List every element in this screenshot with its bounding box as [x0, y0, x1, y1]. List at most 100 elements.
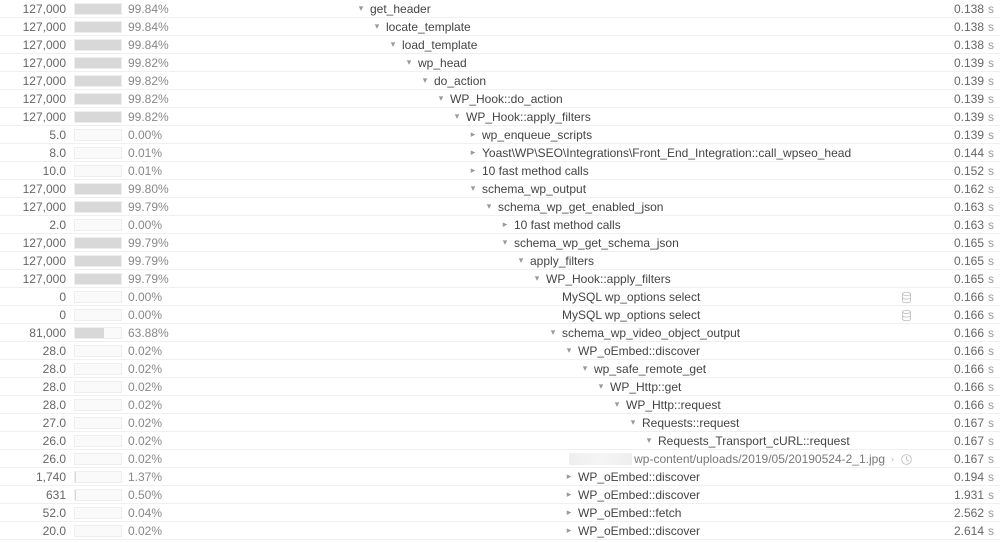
percent-bar [74, 507, 122, 519]
call-tree-row[interactable]: 127,00099.79%▾WP_Hook::apply_filters0.16… [0, 270, 1000, 288]
wall-time: 2.614 [918, 524, 988, 538]
memory-value: 127,000 [0, 200, 70, 214]
call-tree-row[interactable]: 127,00099.82%▾WP_Hook::apply_filters0.13… [0, 108, 1000, 126]
collapse-toggle-icon[interactable]: ▾ [612, 399, 622, 410]
collapse-toggle-icon[interactable]: ▾ [356, 3, 366, 14]
memory-value: 26.0 [0, 452, 70, 466]
call-tree-row[interactable]: 127,00099.79%▾schema_wp_get_enabled_json… [0, 198, 1000, 216]
memory-value: 20.0 [0, 524, 70, 538]
call-tree-row[interactable]: 127,00099.82%▾do_action0.139s [0, 72, 1000, 90]
percent-bar [74, 399, 122, 411]
function-name: load_template [402, 38, 477, 52]
expand-toggle-icon[interactable]: ▸ [468, 165, 478, 176]
call-tree-row[interactable]: 2.00.00%▸10 fast method calls0.163s [0, 216, 1000, 234]
percent-bar [74, 291, 122, 303]
database-icon [900, 289, 913, 303]
call-tree-row[interactable]: 8.00.01%▸Yoast\WP\SEO\Integrations\Front… [0, 144, 1000, 162]
call-tree-row[interactable]: 81,00063.88%▾schema_wp_video_object_outp… [0, 324, 1000, 342]
wall-time: 0.165 [918, 272, 988, 286]
call-tree-row[interactable]: 27.00.02%▾Requests::request0.167s [0, 414, 1000, 432]
percent-value: 0.00% [126, 128, 176, 142]
call-tree-row[interactable]: 52.00.04%▸WP_oEmbed::fetch2.562s [0, 504, 1000, 522]
function-name: WP_Http::get [610, 380, 681, 394]
call-tree-row[interactable]: 127,00099.82%▾WP_Hook::do_action0.139s [0, 90, 1000, 108]
call-tree-row[interactable]: 5.00.00%▸wp_enqueue_scripts0.139s [0, 126, 1000, 144]
collapse-toggle-icon[interactable]: ▾ [532, 273, 542, 284]
wall-time: 0.152 [918, 164, 988, 178]
memory-value: 1,740 [0, 470, 70, 484]
collapse-toggle-icon[interactable]: ▾ [420, 75, 430, 86]
call-tree-row[interactable]: 127,00099.84%▾locate_template0.138s [0, 18, 1000, 36]
percent-value: 99.84% [126, 38, 176, 52]
percent-bar [74, 201, 122, 213]
call-tree-row[interactable]: 127,00099.84%▾get_header0.138s [0, 0, 1000, 18]
function-name-cell: ▾get_header [176, 2, 894, 16]
call-tree-row[interactable]: 28.00.02%▾WP_Http::request0.166s [0, 396, 1000, 414]
collapse-toggle-icon[interactable]: ▾ [372, 21, 382, 32]
call-tree-row[interactable]: 127,00099.79%▾schema_wp_get_schema_json0… [0, 234, 1000, 252]
time-unit: s [988, 362, 1000, 376]
function-name: 10 fast method calls [514, 218, 621, 232]
wall-time: 0.138 [918, 20, 988, 34]
call-tree-row[interactable]: 6310.50%▸WP_oEmbed::discover1.931s [0, 486, 1000, 504]
call-tree-row[interactable]: 28.00.02%▾WP_Http::get0.166s [0, 378, 1000, 396]
memory-value: 127,000 [0, 236, 70, 250]
expand-toggle-icon[interactable]: ▸ [468, 147, 478, 158]
call-tree-row[interactable]: 127,00099.79%▾apply_filters0.165s [0, 252, 1000, 270]
function-name-cell: ▾WP_Http::request [176, 398, 894, 412]
call-tree-row[interactable]: 10.00.01%▸10 fast method calls0.152s [0, 162, 1000, 180]
expand-toggle-icon[interactable]: ▸ [564, 471, 574, 482]
collapse-toggle-icon[interactable]: ▾ [548, 327, 558, 338]
collapse-toggle-icon[interactable]: ▾ [644, 435, 654, 446]
expand-toggle-icon[interactable]: ▸ [564, 507, 574, 518]
function-name: schema_wp_get_schema_json [514, 236, 679, 250]
call-tree-row[interactable]: 28.00.02%▾wp_safe_remote_get0.166s [0, 360, 1000, 378]
memory-value: 28.0 [0, 344, 70, 358]
call-tree-row[interactable]: 26.00.02%▾Requests_Transport_cURL::reque… [0, 432, 1000, 450]
function-name: WP_Hook::apply_filters [466, 110, 591, 124]
collapse-toggle-icon[interactable]: ▾ [468, 183, 478, 194]
time-unit: s [988, 110, 1000, 124]
function-name-cell: ▾schema_wp_get_enabled_json [176, 200, 894, 214]
function-name-cell: ▾locate_template [176, 20, 894, 34]
collapse-toggle-icon[interactable]: ▾ [452, 111, 462, 122]
function-name: schema_wp_output [482, 182, 586, 196]
collapse-toggle-icon[interactable]: ▾ [580, 363, 590, 374]
collapse-toggle-icon[interactable]: ▾ [564, 345, 574, 356]
expand-toggle-icon[interactable]: ▸ [468, 129, 478, 140]
call-tree-row[interactable]: 127,00099.82%▾wp_head0.139s [0, 54, 1000, 72]
call-tree-row[interactable]: 00.00%•MySQL wp_options select0.166s [0, 306, 1000, 324]
percent-bar [74, 237, 122, 249]
call-tree-row[interactable]: 00.00%•MySQL wp_options select0.166s [0, 288, 1000, 306]
memory-value: 127,000 [0, 92, 70, 106]
collapse-toggle-icon[interactable]: ▾ [596, 381, 606, 392]
collapse-toggle-icon[interactable]: ▾ [500, 237, 510, 248]
time-unit: s [988, 182, 1000, 196]
percent-value: 0.01% [126, 146, 176, 160]
expand-toggle-icon[interactable]: ▸ [564, 489, 574, 500]
call-tree-row[interactable]: 127,00099.84%▾load_template0.138s [0, 36, 1000, 54]
expand-toggle-icon[interactable]: ▸ [564, 525, 574, 536]
call-tree-row[interactable]: 28.00.02%▾WP_oEmbed::discover0.166s [0, 342, 1000, 360]
wall-time: 0.163 [918, 200, 988, 214]
collapse-toggle-icon[interactable]: ▾ [404, 57, 414, 68]
function-name-cell: ▸WP_oEmbed::fetch [176, 506, 894, 520]
time-unit: s [988, 326, 1000, 340]
collapse-toggle-icon[interactable]: ▾ [516, 255, 526, 266]
collapse-toggle-icon[interactable]: ▾ [436, 93, 446, 104]
call-tree-row[interactable]: 26.00.02%•wp-content/uploads/2019/05/201… [0, 450, 1000, 468]
percent-value: 0.00% [126, 308, 176, 322]
expand-toggle-icon[interactable]: ▸ [500, 219, 510, 230]
call-tree-row[interactable]: 20.00.02%▸WP_oEmbed::discover2.614s [0, 522, 1000, 540]
percent-value: 0.04% [126, 506, 176, 520]
function-name-cell: ▾WP_Hook::apply_filters [176, 272, 894, 286]
memory-value: 127,000 [0, 38, 70, 52]
call-tree-row[interactable]: 1,7401.37%▸WP_oEmbed::discover0.194s [0, 468, 1000, 486]
wall-time: 0.163 [918, 218, 988, 232]
call-tree-row[interactable]: 127,00099.80%▾schema_wp_output0.162s [0, 180, 1000, 198]
function-name: schema_wp_video_object_output [562, 326, 740, 340]
collapse-toggle-icon[interactable]: ▾ [628, 417, 638, 428]
collapse-toggle-icon[interactable]: ▾ [484, 201, 494, 212]
function-name: wp_safe_remote_get [594, 362, 706, 376]
collapse-toggle-icon[interactable]: ▾ [388, 39, 398, 50]
